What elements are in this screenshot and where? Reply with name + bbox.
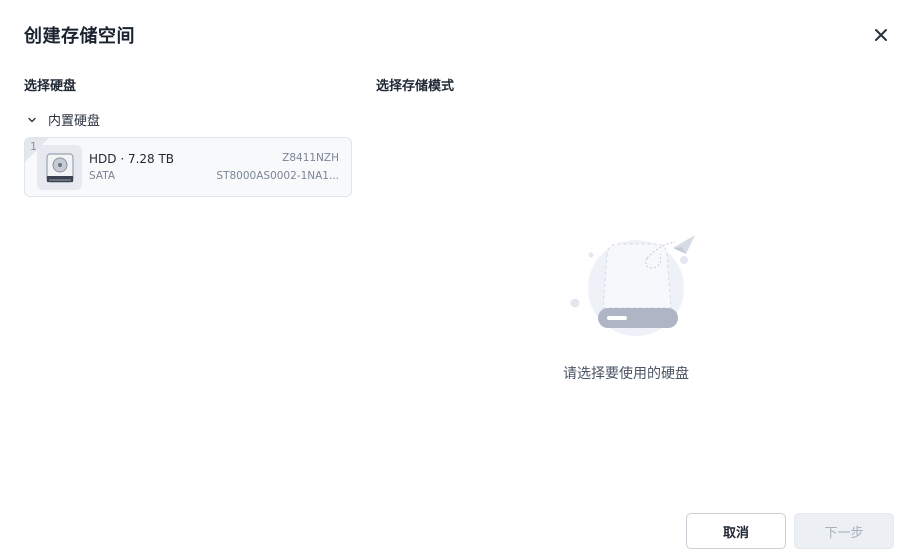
close-icon <box>875 29 887 41</box>
chevron-down-icon <box>24 112 40 128</box>
disk-slot-number: 1 <box>30 140 37 153</box>
empty-state-message: 请选择要使用的硬盘 <box>563 366 689 382</box>
hard-drive-icon <box>37 145 82 190</box>
disk-serial: Z8411NZH <box>282 152 339 164</box>
disk-name: HDD · 7.28 TB <box>89 152 175 166</box>
next-button[interactable]: 下一步 <box>794 513 894 549</box>
internal-disk-group-label: 内置硬盘 <box>48 114 101 129</box>
disk-interface: SATA <box>89 170 116 182</box>
disk-model: ST8000AS0002-1NA1... <box>216 170 339 182</box>
empty-disk-illustration <box>570 235 695 336</box>
select-disk-label: 选择硬盘 <box>24 79 77 94</box>
select-mode-label: 选择存储模式 <box>376 79 455 94</box>
internal-disk-group-toggle[interactable]: 内置硬盘 <box>24 110 100 129</box>
disk-card[interactable]: 1 HDD · 7.28 TB SATA Z8411NZH ST8000AS00… <box>24 137 352 197</box>
cancel-button[interactable]: 取消 <box>686 513 786 549</box>
create-storage-dialog: 创建存储空间 选择硬盘 选择存储模式 内置硬盘 1 HDD · 7.28 TB … <box>0 0 899 558</box>
close-button[interactable] <box>868 22 894 48</box>
dialog-title: 创建存储空间 <box>24 26 135 47</box>
